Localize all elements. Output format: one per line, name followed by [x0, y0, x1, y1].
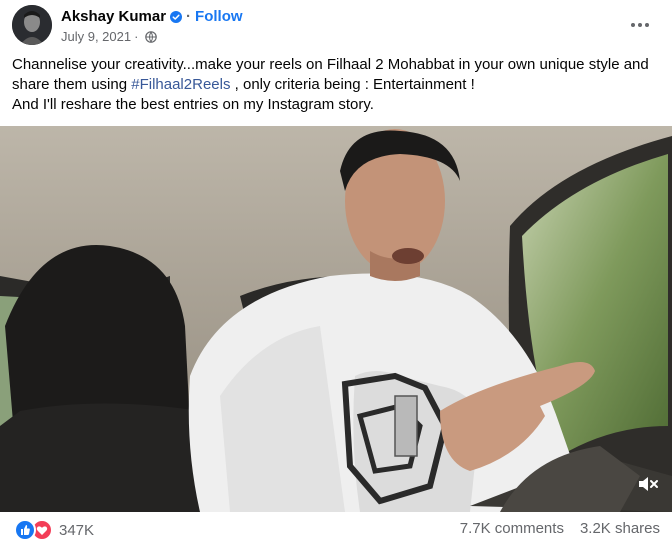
shares-count[interactable]: 3.2K shares — [580, 520, 660, 537]
meta-separator: · — [134, 29, 139, 44]
caption-line-1: Channelise your creativity...make your r… — [12, 55, 662, 95]
reaction-count: 347K — [59, 521, 95, 539]
hashtag-link[interactable]: #Filhaal2Reels — [131, 76, 230, 93]
stats-gap — [564, 520, 580, 537]
caption-text-end: , only criteria being : Entertainment ! — [230, 76, 475, 93]
engagement-stats: 7.7K comments 3.2K shares — [460, 520, 660, 537]
video-player[interactable] — [0, 126, 672, 512]
post-date[interactable]: July 9, 2021 — [61, 29, 131, 44]
more-options-icon[interactable] — [628, 15, 652, 35]
header-separator: · — [186, 8, 192, 25]
verified-badge-icon — [170, 10, 183, 23]
author-avatar[interactable] — [12, 5, 52, 45]
post-header: Akshay Kumar · Follow July 9, 2021 · — [0, 0, 672, 50]
post-footer: 347K 7.7K comments 3.2K shares — [0, 512, 672, 547]
post-caption: Channelise your creativity...make your r… — [12, 55, 662, 115]
facebook-post: Akshay Kumar · Follow July 9, 2021 · Cha… — [0, 0, 672, 547]
author-name[interactable]: Akshay Kumar — [61, 8, 166, 25]
post-meta: July 9, 2021 · — [61, 29, 158, 44]
like-reaction-icon — [14, 519, 36, 541]
caption-line-2: And I'll reshare the best entries on my … — [12, 96, 374, 113]
comments-count[interactable]: 7.7K comments — [460, 520, 564, 537]
speaker-muted-icon[interactable] — [636, 472, 660, 496]
globe-icon[interactable] — [145, 30, 158, 43]
follow-button[interactable]: Follow — [195, 8, 243, 25]
video-frame — [0, 126, 672, 512]
reactions-summary[interactable]: 347K — [14, 519, 94, 541]
author-line: Akshay Kumar · Follow — [61, 8, 243, 25]
